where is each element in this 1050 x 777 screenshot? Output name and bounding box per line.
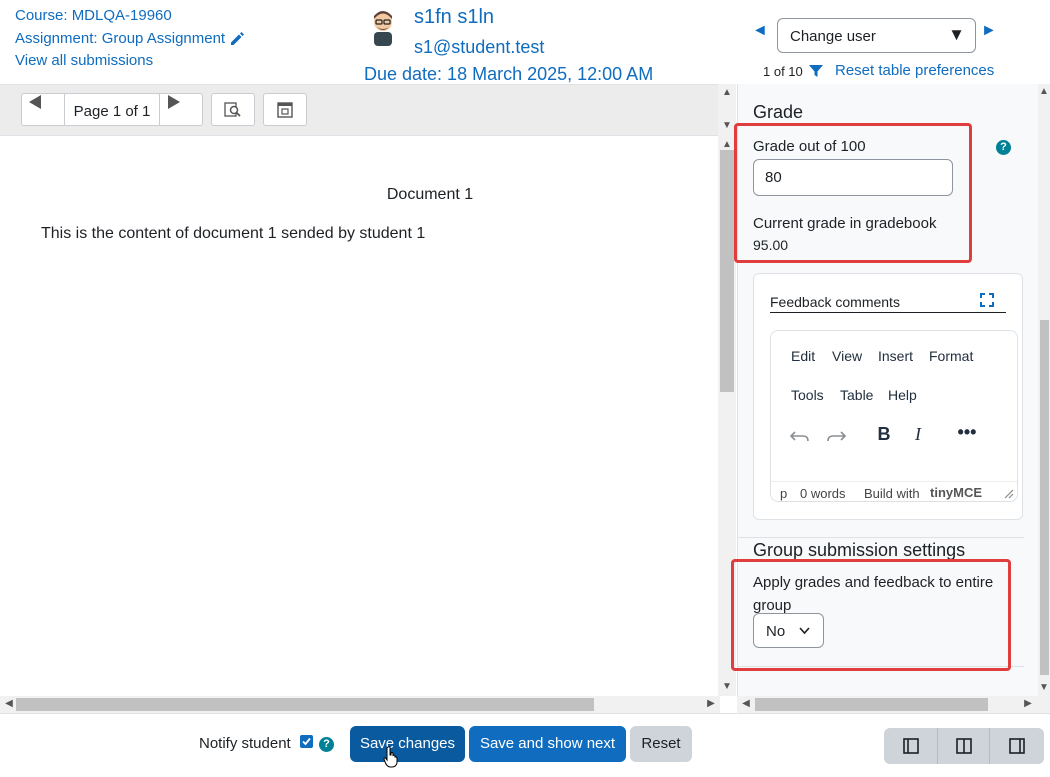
next-user-icon[interactable]: ► <box>981 22 997 40</box>
scroll-thumb[interactable] <box>720 150 734 392</box>
reset-button[interactable]: Reset <box>630 726 692 762</box>
scroll-up-icon[interactable]: ▲ <box>1035 86 1050 97</box>
page-label: Page 1 of 1 <box>73 103 151 120</box>
edit-pencil-icon[interactable] <box>229 30 245 46</box>
previous-page-button[interactable] <box>22 94 65 125</box>
checkmark-icon <box>302 737 311 746</box>
scroll-down-icon[interactable]: ▼ <box>718 681 736 692</box>
scroll-down-icon[interactable]: ▼ <box>1035 682 1050 693</box>
search-comments-icon <box>224 101 241 117</box>
view-all-submissions-link[interactable]: View all submissions <box>15 52 153 69</box>
layout-default-button[interactable] <box>937 728 990 764</box>
redo-icon[interactable] <box>825 424 847 446</box>
panel-horizontal-scrollbar[interactable]: ◀ ▶ <box>737 696 1050 713</box>
grade-heading: Grade <box>753 102 804 122</box>
scroll-thumb[interactable] <box>1040 320 1049 675</box>
fullscreen-icon[interactable] <box>980 293 994 307</box>
triangle-right-icon <box>168 95 180 109</box>
help-icon[interactable]: ? <box>996 140 1011 155</box>
undo-icon[interactable] <box>789 424 811 446</box>
next-page-button[interactable] <box>159 94 202 125</box>
change-user-value: Change user <box>790 28 876 45</box>
menu-view[interactable]: View <box>832 348 862 364</box>
menu-tools[interactable]: Tools <box>791 387 824 403</box>
layout-left-icon <box>902 738 919 754</box>
grade-highlight-box <box>734 123 972 263</box>
filter-icon[interactable] <box>809 64 823 78</box>
user-counter: 1 of 10 <box>763 64 803 79</box>
group-submission-heading: Group submission settings <box>753 540 966 560</box>
build-with-label: Build with <box>864 486 920 501</box>
reset-table-preferences-link[interactable]: Reset table preferences <box>835 62 994 79</box>
scroll-right-icon[interactable]: ▶ <box>1019 698 1037 709</box>
scroll-up-icon[interactable]: ▲ <box>718 87 736 98</box>
document-body: This is the content of document 1 sended… <box>41 225 426 242</box>
tinymce-logo[interactable]: tinyMCE <box>930 485 982 500</box>
panel-vertical-scrollbar[interactable]: ▲ ▼ <box>1038 84 1050 697</box>
layout-right-icon <box>1008 738 1025 754</box>
user-avatar <box>374 11 392 46</box>
previous-user-icon[interactable]: ◄ <box>752 22 768 40</box>
editor-statusbar: p 0 words Build with tinyMCE <box>771 481 1017 502</box>
feedback-comments-card: Feedback comments Edit View Insert Forma… <box>753 273 1023 520</box>
italic-icon[interactable]: I <box>907 424 929 446</box>
bold-icon[interactable]: B <box>873 424 895 446</box>
menu-table[interactable]: Table <box>840 387 873 403</box>
dropdown-caret-icon: ▼ <box>948 25 965 44</box>
viewer-horizontal-scrollbar[interactable]: ◀ ▶ <box>0 696 720 713</box>
page-navigation: Page 1 of 1 <box>21 93 203 126</box>
user-email: s1@student.test <box>414 37 545 57</box>
user-name-link[interactable]: s1fn s1ln <box>414 6 494 29</box>
menu-edit[interactable]: Edit <box>791 348 815 364</box>
menu-insert[interactable]: Insert <box>878 348 913 364</box>
scroll-thumb[interactable] <box>16 698 594 711</box>
notify-student-checkbox[interactable] <box>300 735 313 748</box>
element-path[interactable]: p <box>780 486 787 501</box>
assignment-link[interactable]: Assignment: Group Assignment <box>15 30 225 47</box>
search-comments-button[interactable] <box>211 93 255 126</box>
save-changes-button[interactable]: Save changes <box>350 726 465 762</box>
layout-collapse-grade-button[interactable] <box>884 728 937 764</box>
help-icon[interactable]: ? <box>319 737 334 752</box>
notify-student-label: Notify student <box>199 735 291 752</box>
pdf-viewer-toolbar: Page 1 of 1 <box>0 84 720 136</box>
divider <box>770 312 1006 313</box>
grader-header: Course: MDLQA-19960 Assignment: Group As… <box>0 0 1050 84</box>
grading-actions-footer: Notify student ? Save changes Save and s… <box>0 713 1050 777</box>
due-date: Due date: 18 March 2025, 12:00 AM <box>364 64 654 84</box>
layout-collapse-review-button[interactable] <box>990 728 1043 764</box>
more-icon[interactable]: ••• <box>956 422 978 444</box>
menu-help[interactable]: Help <box>888 387 917 403</box>
course-link[interactable]: Course: MDLQA-19960 <box>15 7 172 24</box>
expand-viewer-button[interactable] <box>263 93 307 126</box>
rich-text-editor[interactable]: Edit View Insert Format Tools Table Help… <box>770 330 1018 502</box>
document-page: Document 1 This is the content of docume… <box>0 136 718 697</box>
hand-cursor-icon <box>383 746 398 768</box>
change-user-select[interactable]: Change user ▼ <box>777 18 976 53</box>
triangle-left-icon <box>29 95 41 109</box>
scroll-thumb[interactable] <box>755 698 988 711</box>
save-and-show-next-button[interactable]: Save and show next <box>469 726 626 762</box>
layout-toggle-group <box>884 728 1044 764</box>
window-icon <box>277 101 293 118</box>
layout-split-icon <box>955 738 972 754</box>
group-settings-highlight-box <box>731 559 1011 671</box>
menu-format[interactable]: Format <box>929 348 973 364</box>
resize-handle-icon[interactable] <box>1004 489 1014 499</box>
scroll-left-icon[interactable]: ◀ <box>737 698 755 709</box>
divider <box>738 537 1024 538</box>
word-count[interactable]: 0 words <box>800 486 846 501</box>
feedback-comments-label: Feedback comments <box>770 294 900 310</box>
scroll-right-icon[interactable]: ▶ <box>702 698 720 709</box>
